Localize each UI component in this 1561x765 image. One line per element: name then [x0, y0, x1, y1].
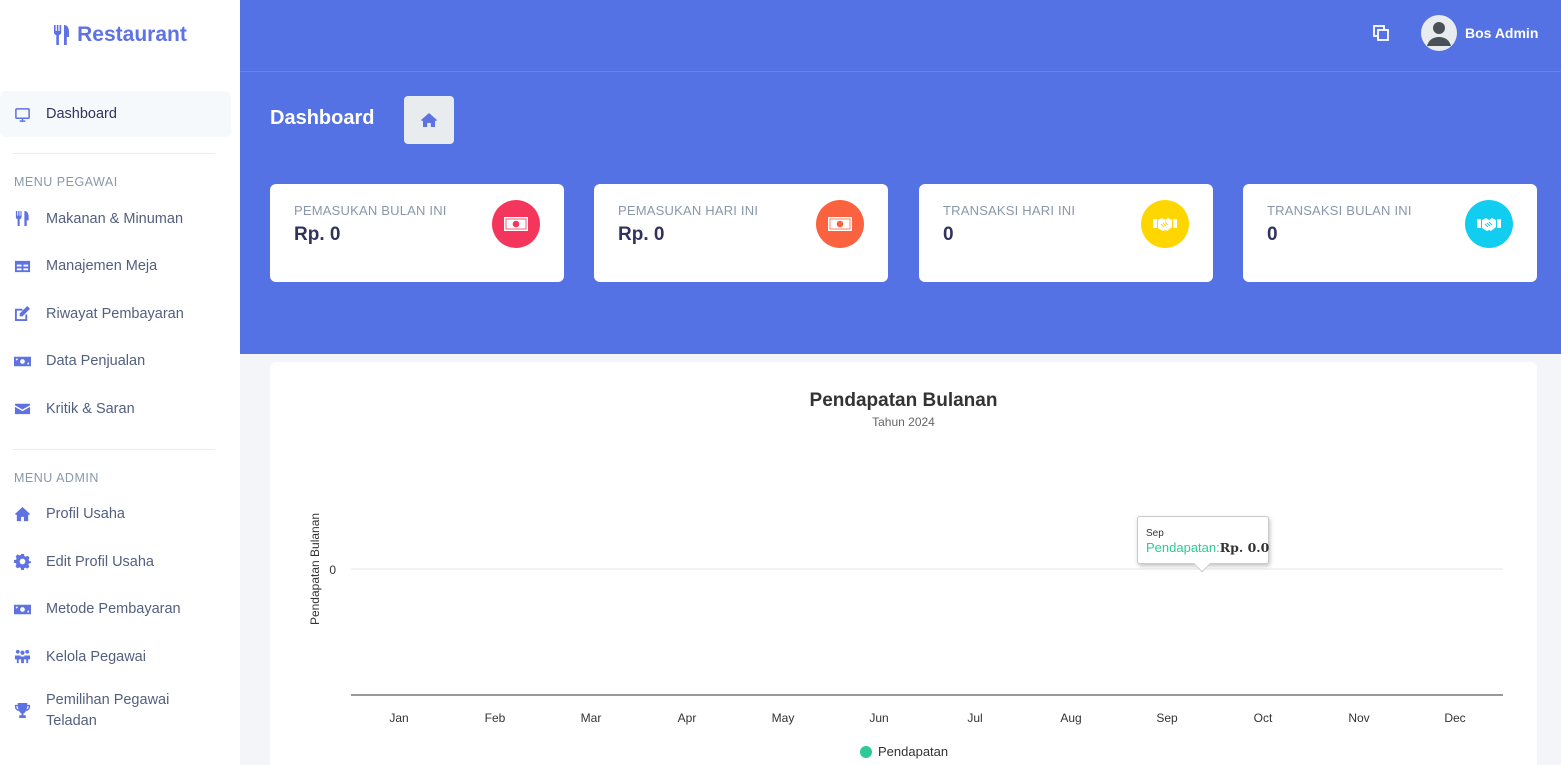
sidebar-item-label: Metode Pembayaran — [46, 601, 181, 618]
sidebar-item-label: Pemilihan Pegawai Teladan — [46, 690, 169, 732]
sidebar-item-edit-profil-usaha[interactable]: Edit Profil Usaha — [0, 538, 240, 586]
sidebar-item-kritik-saran[interactable]: Kritik & Saran — [0, 385, 240, 433]
menu-admin-heading: MENU ADMIN — [14, 470, 99, 485]
stat-label: TRANSAKSI BULAN INI — [1267, 203, 1412, 218]
envelope-icon — [13, 400, 31, 418]
sidebar-item-riwayat-pembayaran[interactable]: Riwayat Pembayaran — [0, 290, 240, 338]
money-bill-icon — [13, 600, 31, 618]
chart-panel: Pendapatan Bulanan Tahun 2024 0 Pendapata… — [270, 362, 1537, 765]
stat-card-pemasukan-hari: PEMASUKAN HARI INI Rp. 0 — [594, 184, 888, 282]
x-tick-label: Jan — [389, 711, 408, 725]
monitor-icon — [13, 105, 31, 123]
sidebar-item-label: Profil Usaha — [46, 506, 125, 523]
cog-icon — [13, 553, 31, 571]
sidebar: Restaurant Dashboard MENU PEGAWAI Makana… — [0, 0, 240, 765]
sidebar-item-profil-usaha[interactable]: Profil Usaha — [0, 491, 240, 539]
x-tick-label: Sep — [1156, 711, 1178, 725]
legend-marker — [860, 745, 872, 758]
stat-label: PEMASUKAN BULAN INI — [294, 203, 447, 218]
stat-card-transaksi-bulan: TRANSAKSI BULAN INI 0 — [1243, 184, 1537, 282]
stat-value: 0 — [943, 224, 954, 245]
stat-card-pemasukan-bulan: PEMASUKAN BULAN INI Rp. 0 — [270, 184, 564, 282]
money-bill-icon — [816, 200, 864, 248]
tooltip-category: Sep — [1146, 528, 1164, 539]
chart-tooltip: Sep Pendapatan:Rp. 0.0 — [1137, 516, 1269, 573]
stat-value: 0 — [1267, 224, 1278, 245]
sidebar-item-label: Kelola Pegawai — [46, 648, 146, 665]
sidebar-item-dashboard[interactable]: Dashboard — [0, 91, 231, 137]
page-title: Dashboard — [270, 107, 375, 129]
chart-legend-item[interactable]: Pendapatan — [860, 744, 948, 759]
money-bill-icon — [13, 352, 31, 370]
sidebar-item-label: Makanan & Minuman — [46, 210, 184, 227]
stat-label: TRANSAKSI HARI INI — [943, 203, 1076, 218]
sidebar-item-data-penjualan[interactable]: Data Penjualan — [0, 338, 240, 386]
x-tick-label: Mar — [581, 711, 602, 725]
handshake-icon — [1141, 200, 1189, 248]
sidebar-item-label: Kritik & Saran — [46, 400, 135, 417]
header-divider — [240, 71, 1561, 72]
sidebar-item-label: Manajemen Meja — [46, 258, 158, 275]
sidebar-item-label-line2: Teladan — [46, 712, 97, 729]
home-icon — [13, 505, 31, 523]
sidebar-item-label: Edit Profil Usaha — [46, 553, 154, 570]
y-axis-label: Pendapatan Bulanan — [308, 513, 322, 625]
avatar[interactable] — [1421, 15, 1457, 51]
stat-value: Rp. 0 — [294, 224, 341, 245]
sidebar-item-label: Dashboard — [46, 106, 117, 122]
x-tick-label: Jul — [967, 711, 982, 725]
sidebar-item-kelola-pegawai[interactable]: Kelola Pegawai — [0, 633, 240, 681]
x-tick-label: Oct — [1254, 711, 1273, 725]
x-tick-label: Aug — [1060, 711, 1081, 725]
handshake-icon — [1465, 200, 1513, 248]
sidebar-item-manajemen-meja[interactable]: Manajemen Meja — [0, 243, 240, 291]
user-icon — [1427, 22, 1451, 46]
sidebar-item-label: Riwayat Pembayaran — [46, 305, 184, 322]
utensils-icon — [54, 25, 70, 45]
sidebar-item-pemilihan-pegawai-teladan[interactable]: Pemilihan Pegawai Teladan — [0, 681, 240, 741]
trophy-icon — [13, 702, 31, 720]
brand-logo[interactable]: Restaurant — [0, 0, 240, 70]
x-tick-label: Apr — [678, 711, 697, 725]
sidebar-item-label-line1: Pemilihan Pegawai — [46, 691, 170, 708]
stat-label: PEMASUKAN HARI INI — [618, 203, 759, 218]
utensils-icon — [13, 210, 31, 228]
user-name[interactable]: Bos Admin — [1465, 25, 1538, 41]
x-tick-label: Jun — [869, 711, 888, 725]
sidebar-item-makanan-minuman[interactable]: Makanan & Minuman — [0, 195, 240, 243]
table-icon — [13, 257, 31, 275]
menu-pegawai-heading: MENU PEGAWAI — [14, 175, 118, 189]
brand-name: Restaurant — [77, 23, 187, 46]
tooltip-line: Pendapatan:Rp. 0.0 — [1146, 540, 1269, 555]
stat-value: Rp. 0 — [618, 224, 665, 245]
x-tick-label: May — [772, 711, 795, 725]
x-tick-label: Dec — [1444, 711, 1465, 725]
home-icon — [421, 113, 437, 127]
legend-label: Pendapatan — [878, 744, 949, 759]
money-bill-icon — [492, 200, 540, 248]
sidebar-item-label: Data Penjualan — [46, 353, 146, 370]
edit-icon — [13, 305, 31, 323]
line-chart: 0 Pendapatan Bulanan Jan Feb Mar Apr May Jun Jul… — [308, 513, 1503, 725]
users-icon — [13, 648, 31, 666]
copy-windows-icon[interactable] — [1372, 24, 1390, 42]
x-tick-label: Nov — [1348, 711, 1369, 725]
tooltip-series-name: Pendapatan: — [1146, 540, 1220, 555]
sidebar-item-metode-pembayaran[interactable]: Metode Pembayaran — [0, 586, 240, 634]
x-tick-label: Feb — [485, 711, 506, 725]
top-header: Bos Admin Dashboard PEMASUKAN BULAN INI … — [240, 0, 1561, 354]
y-tick-label: 0 — [329, 563, 336, 577]
stat-card-transaksi-hari: TRANSAKSI HARI INI 0 — [919, 184, 1213, 282]
home-button[interactable] — [404, 96, 454, 144]
tooltip-value: Rp. 0.0 — [1219, 540, 1270, 555]
